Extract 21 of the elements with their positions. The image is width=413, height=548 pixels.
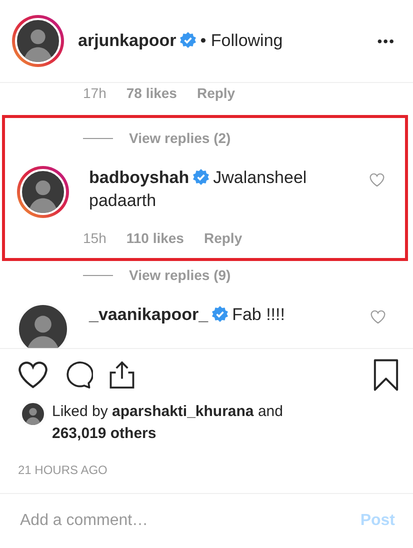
view-replies-link[interactable]: View replies (2) [129,130,231,146]
reply-link[interactable]: Reply [204,230,242,246]
avatar[interactable] [12,15,64,67]
like-heart-icon[interactable] [17,359,49,391]
reply-link[interactable]: Reply [196,85,236,101]
comment-time: 15h [83,230,106,246]
comment-time: 17h [83,85,106,101]
comment-text: _vaanikapoor_ Fab !!!! [89,304,286,326]
avatar[interactable] [17,166,69,218]
more-options-button[interactable]: ••• [373,29,399,53]
share-icon[interactable] [107,360,137,390]
post-time: 21 HOURS AGO [17,462,108,479]
follow-status[interactable]: • Following [200,31,283,50]
likes-count[interactable]: 78 likes [126,85,177,101]
avatar[interactable] [20,401,46,427]
comment-text: badboyshah Jwalansheel padaarth [89,167,308,212]
likes-count[interactable]: 110 likes [126,230,184,246]
view-replies-link[interactable]: View replies (9) [129,267,231,283]
username[interactable]: arjunkapoor [78,31,176,50]
liked-by-text: Liked by aparshakti_khurana and 263,019 others [52,402,284,444]
bookmark-icon[interactable] [373,359,399,391]
